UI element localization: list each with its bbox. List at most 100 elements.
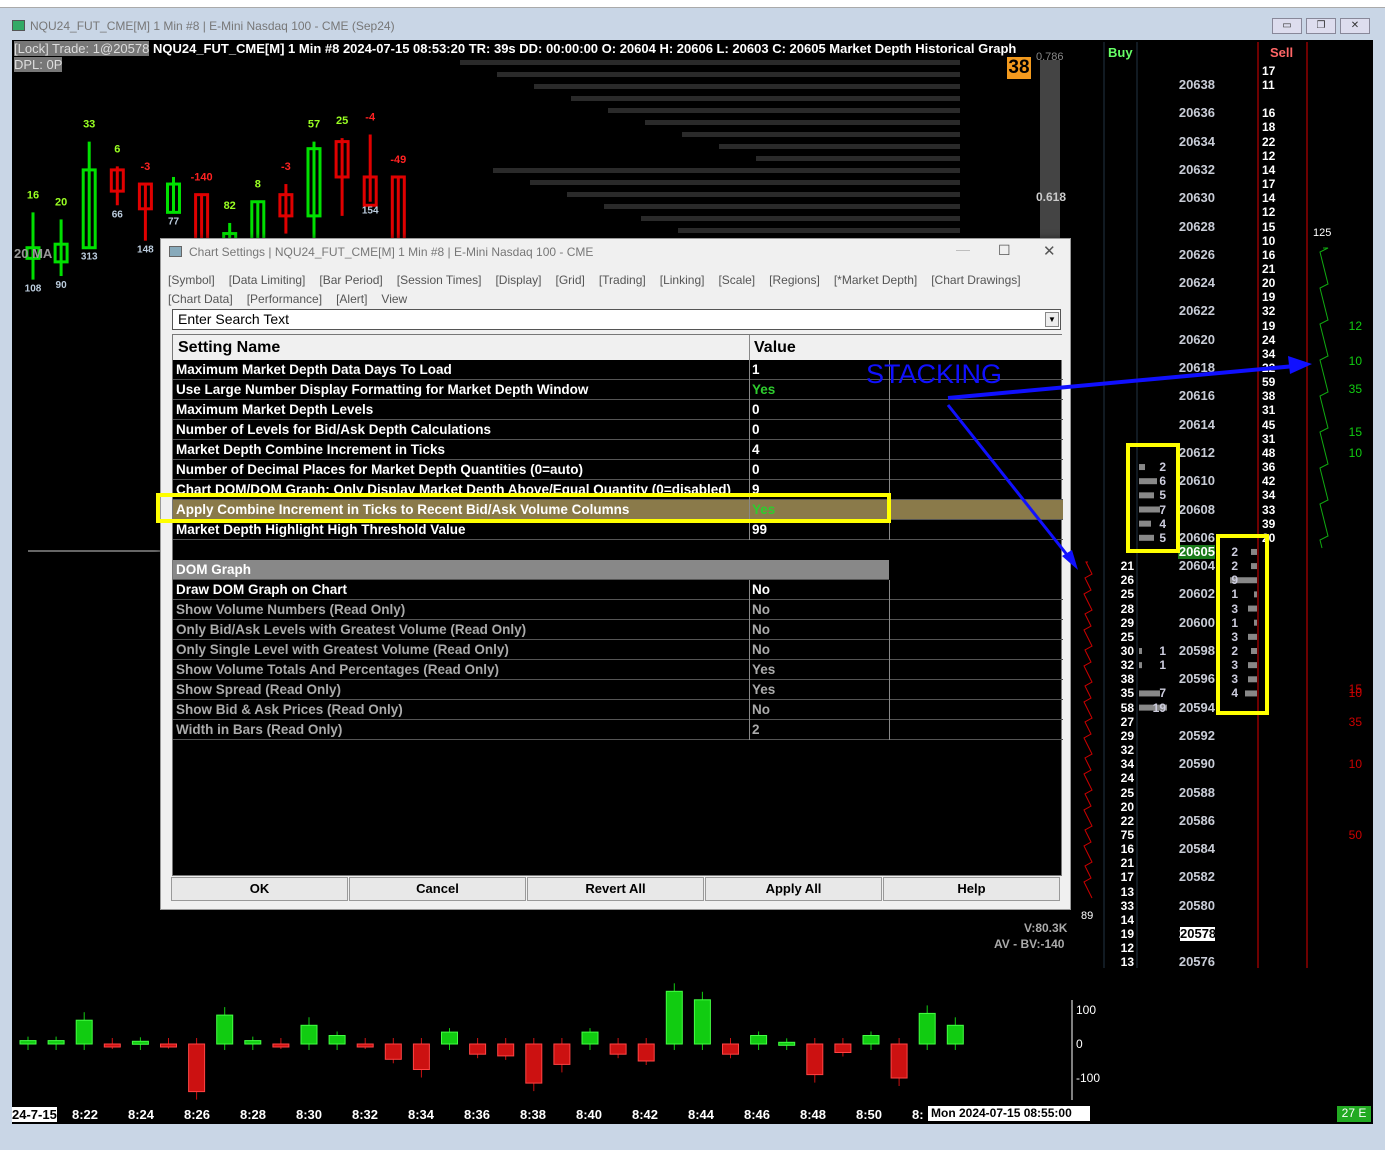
chevron-down-icon[interactable]: ▼ (1045, 312, 1059, 327)
close-button[interactable]: ✕ (1043, 242, 1056, 260)
table-row[interactable]: Market Depth Highlight High Threshold Va… (173, 520, 1063, 540)
tab-datalimiting[interactable]: [Data Limiting] (229, 273, 306, 287)
table-row[interactable]: Show Volume Numbers (Read Only) No (173, 600, 1063, 620)
cancel-button[interactable]: Cancel (349, 877, 526, 901)
ask-quantity: 59 (1262, 375, 1276, 390)
tab-display[interactable]: [Display] (495, 273, 541, 287)
time-label: 8:42 (632, 1107, 659, 1122)
delta-bar (497, 1043, 515, 1057)
profile-label: 10 (1348, 445, 1362, 460)
setting-value[interactable]: No (752, 600, 770, 619)
apply-all-button[interactable]: Apply All (705, 877, 882, 901)
tab-view[interactable]: View (381, 292, 407, 306)
setting-value[interactable]: No (752, 700, 770, 719)
ok-button[interactable]: OK (171, 877, 348, 901)
setting-value[interactable]: 4 (752, 440, 760, 459)
help-button[interactable]: Help (883, 877, 1060, 901)
price-label: 20576 (1178, 954, 1215, 970)
tab-trading[interactable]: [Trading] (599, 273, 646, 287)
tab-alert[interactable]: [Alert] (336, 292, 367, 306)
setting-value[interactable]: 0 (752, 460, 760, 479)
setting-value[interactable]: 0 (752, 420, 760, 439)
delta-bar (918, 1012, 936, 1045)
setting-value[interactable]: Yes (752, 680, 775, 699)
delta-bar (890, 1043, 908, 1079)
setting-value[interactable]: 2 (752, 720, 760, 739)
recent-ask-bar (1245, 690, 1257, 697)
recent-ask-quantity: 3 (1231, 629, 1238, 644)
column-divider (889, 700, 890, 720)
price-label: 20594 (1178, 699, 1215, 715)
search-input[interactable]: Enter Search Text ▼ (172, 309, 1061, 330)
ask-quantity: 34 (1262, 346, 1276, 361)
setting-value[interactable]: Yes (752, 380, 775, 399)
table-row[interactable]: Number of Levels for Bid/Ask Depth Calcu… (173, 420, 1063, 440)
table-row[interactable]: Number of Decimal Places for Market Dept… (173, 460, 1063, 480)
table-row[interactable]: Only Bid/Ask Levels with Greatest Volume… (173, 620, 1063, 640)
column-divider (749, 440, 750, 460)
setting-name: Number of Levels for Bid/Ask Depth Calcu… (176, 422, 492, 437)
delta-bar (806, 1043, 824, 1076)
ask-quantity: 17 (1262, 177, 1276, 192)
table-row[interactable]: Chart DOM/DOM Graph: Only Display Market… (173, 480, 1063, 500)
depth-band (571, 96, 960, 101)
tab-sessiontimes[interactable]: [Session Times] (397, 273, 482, 287)
delta-bar (750, 1035, 768, 1045)
setting-value[interactable]: 99 (752, 520, 767, 539)
column-divider (889, 480, 890, 500)
bid-quantity: 30 (1120, 644, 1134, 658)
tab-linking[interactable]: [Linking] (660, 273, 705, 287)
time-label: 8: (912, 1107, 924, 1122)
candle-delta-label: 8 (255, 179, 261, 191)
table-row[interactable]: Show Volume Totals And Percentages (Read… (173, 660, 1063, 680)
tab-chartdrawings[interactable]: [Chart Drawings] (931, 273, 1020, 287)
setting-value[interactable]: 9 (752, 480, 760, 499)
tab-marketdepth[interactable]: [*Market Depth] (834, 273, 917, 287)
tab-barperiod[interactable]: [Bar Period] (319, 273, 382, 287)
table-row[interactable]: Width in Bars (Read Only) 2 (173, 720, 1063, 740)
table-row[interactable]: Draw DOM Graph on Chart No (173, 580, 1063, 600)
setting-value[interactable]: No (752, 620, 770, 639)
bid-quantity: 20 (1120, 799, 1134, 814)
candle-delta-label: 20 (55, 196, 67, 208)
table-row[interactable]: Show Spread (Read Only) Yes (173, 680, 1063, 700)
time-label: 8:46 (744, 1107, 771, 1122)
tab-chartdata[interactable]: [Chart Data] (168, 292, 233, 306)
tab-symbol[interactable]: [Symbol] (168, 273, 215, 287)
tab-performance[interactable]: [Performance] (247, 292, 322, 306)
minimize-button[interactable]: — (956, 241, 970, 257)
bid-quantity: 32 (1120, 658, 1134, 673)
setting-value[interactable]: 0 (752, 400, 760, 419)
setting-value[interactable]: No (752, 640, 770, 659)
ask-quantity: 16 (1262, 106, 1276, 121)
recent-ask-bar (1248, 605, 1257, 612)
table-row[interactable]: Maximum Market Depth Levels 0 (173, 400, 1063, 420)
table-row[interactable]: Market Depth Combine Increment in Ticks 4 (173, 440, 1063, 460)
price-label: 20614 (1178, 416, 1215, 432)
price-label: 20600 (1178, 614, 1215, 630)
delta-bar (300, 1024, 318, 1045)
column-divider (749, 660, 750, 680)
setting-value[interactable]: Yes (752, 660, 775, 679)
setting-value[interactable]: Yes (752, 500, 775, 519)
maximize-button[interactable]: ☐ (998, 242, 1011, 259)
ask-quantity: 12 (1262, 205, 1276, 220)
profile-label: 10 (1348, 686, 1362, 701)
revert-all-button[interactable]: Revert All (527, 877, 704, 901)
depth-band (682, 132, 960, 137)
tab-grid[interactable]: [Grid] (555, 273, 584, 287)
dpl-label: DPL: 0P (14, 57, 63, 72)
price-label: 20624 (1178, 275, 1215, 291)
tab-scale[interactable]: [Scale] (718, 273, 755, 287)
recent-ask-bar (1248, 676, 1257, 683)
table-row[interactable]: Only Single Level with Greatest Volume (… (173, 640, 1063, 660)
price-label: 20622 (1178, 303, 1215, 319)
setting-value[interactable]: 1 (752, 360, 760, 379)
table-header: Setting Name Value (173, 335, 1063, 360)
setting-value[interactable]: No (752, 580, 770, 599)
tab-regions[interactable]: [Regions] (769, 273, 820, 287)
recent-ask-bar (1251, 648, 1257, 654)
table-row[interactable]: Apply Combine Increment in Ticks to Rece… (173, 500, 1063, 520)
table-row[interactable]: Show Bid & Ask Prices (Read Only) No (173, 700, 1063, 720)
delta-bar (525, 1043, 543, 1084)
